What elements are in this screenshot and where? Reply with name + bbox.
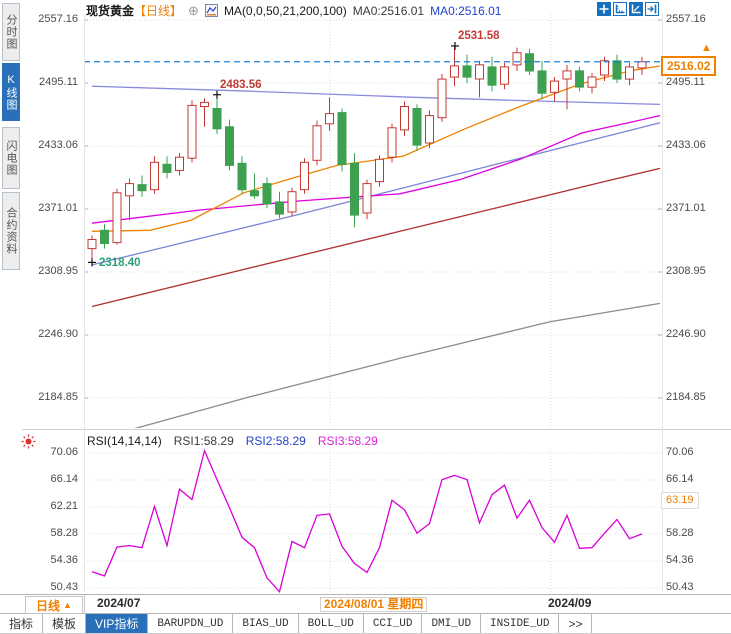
price-axis-label-left: 2184.85 bbox=[26, 391, 78, 404]
sidebar-tab-3[interactable]: 闪电图 bbox=[2, 127, 20, 189]
rsi-axis-label-right: 50.43 bbox=[666, 581, 694, 594]
rsi-axis-label-right: 70.06 bbox=[666, 446, 694, 459]
bottom-tab-BIAS_UD[interactable]: BIAS_UD bbox=[233, 614, 298, 633]
price-axis-label-left: 2246.90 bbox=[26, 328, 78, 341]
bottom-tab-指标[interactable]: 指标 bbox=[0, 614, 43, 633]
x-axis-date-label: 2024/08/01 星期四 bbox=[320, 597, 427, 612]
price-axis-label-right: 2246.90 bbox=[666, 328, 706, 341]
sidebar-tab-4[interactable]: 合约资料 bbox=[2, 192, 20, 270]
bottom-tab-BOLL_UD[interactable]: BOLL_UD bbox=[299, 614, 364, 633]
price-up-arrow-icon: ▲ bbox=[701, 42, 712, 54]
rsi-axis-label-right: 58.28 bbox=[666, 527, 694, 540]
rsi-axis-label-left: 50.43 bbox=[26, 581, 78, 594]
chart-header: 现货黄金 【日线】 ⊕ MA(0,0,50,21,200,100) MA0:25… bbox=[86, 3, 501, 18]
x-axis-date-label: 2024/07 bbox=[97, 597, 140, 610]
ma-orange bbox=[92, 66, 660, 231]
rsi-header: RSI(14,14,14) RSI1:58.29 RSI2:58.29 RSI3… bbox=[87, 434, 378, 448]
price-axis-label-left: 2557.16 bbox=[26, 13, 78, 26]
price-axis-label-left: 2371.01 bbox=[26, 202, 78, 215]
ma-params-label: MA(0,0,50,21,200,100) bbox=[224, 4, 347, 18]
price-axis-label-left: 2308.95 bbox=[26, 265, 78, 278]
period-label: 【日线】 bbox=[134, 2, 182, 19]
bottom-tab-CCI_UD[interactable]: CCI_UD bbox=[364, 614, 423, 633]
rsi-axis-label-left: 54.36 bbox=[26, 554, 78, 567]
rsi-axis-label-right: 54.36 bbox=[666, 554, 694, 567]
trading-app-window: 现货黄金 【日线】 ⊕ MA(0,0,50,21,200,100) MA0:25… bbox=[0, 0, 731, 634]
ma-lavender bbox=[92, 86, 660, 104]
candlestick-series bbox=[88, 46, 646, 262]
axis-range-icon[interactable] bbox=[613, 2, 627, 16]
price-axis-label-left: 2433.06 bbox=[26, 139, 78, 152]
chart-toolbar bbox=[597, 2, 659, 16]
sidebar-tab-1[interactable]: 分时图 bbox=[2, 3, 20, 61]
x-axis-date-label: 2024/09 bbox=[548, 597, 591, 610]
ma-darkred bbox=[92, 168, 660, 306]
chart-canvas[interactable] bbox=[0, 0, 731, 634]
ma0-value-2: MA0:2516.01 bbox=[430, 4, 501, 18]
price-axis-label-right: 2308.95 bbox=[666, 265, 706, 278]
rsi3-value: RSI3:58.29 bbox=[318, 434, 378, 448]
bottom-tab->>[interactable]: >> bbox=[559, 614, 592, 633]
ma-blue bbox=[92, 123, 660, 265]
ma0-value-1: MA0:2516.01 bbox=[353, 4, 424, 18]
rsi-axis-label-right: 66.14 bbox=[666, 473, 694, 486]
rsi-axis-label-left: 58.28 bbox=[26, 527, 78, 540]
bottom-tab-DMI_UD[interactable]: DMI_UD bbox=[422, 614, 481, 633]
price-axis-label-left: 2495.11 bbox=[26, 76, 78, 89]
price-annotation: 2318.40 bbox=[99, 257, 141, 270]
rsi-current-tag: 63.19 bbox=[661, 492, 699, 509]
rsi-axis-label-left: 62.21 bbox=[26, 500, 78, 513]
date-row-divider bbox=[84, 595, 85, 613]
axis-scale-icon[interactable] bbox=[629, 2, 643, 16]
bottom-tab-INSIDE_UD[interactable]: INSIDE_UD bbox=[481, 614, 559, 633]
price-annotation: 2531.58 bbox=[458, 30, 500, 43]
ma-gray bbox=[110, 303, 660, 435]
pan-crosshair-icon[interactable] bbox=[597, 2, 611, 16]
price-annotation: 2483.56 bbox=[220, 79, 262, 92]
plot-left-border bbox=[84, 14, 85, 592]
rsi-axis-label-left: 66.14 bbox=[26, 473, 78, 486]
collapse-panel-icon[interactable] bbox=[645, 2, 659, 16]
rsi2-value: RSI2:58.29 bbox=[246, 434, 306, 448]
bottom-tab-模板[interactable]: 模板 bbox=[43, 614, 86, 633]
period-selector-button[interactable]: 日线 ▲ bbox=[25, 596, 83, 614]
bottom-tab-VIP指标[interactable]: VIP指标 bbox=[86, 614, 148, 633]
price-axis-label-right: 2371.01 bbox=[666, 202, 706, 215]
rsi-params-label: RSI(14,14,14) bbox=[87, 434, 162, 448]
price-axis-label-right: 2495.11 bbox=[666, 76, 705, 89]
indicator-tabs-bar: 指标模板VIP指标BARUPDN_UDBIAS_UDBOLL_UDCCI_UDD… bbox=[0, 614, 731, 634]
bottom-tab-BARUPDN_UD[interactable]: BARUPDN_UD bbox=[148, 614, 233, 633]
pane-separator bbox=[22, 429, 731, 430]
price-axis-label-right: 2557.16 bbox=[666, 13, 706, 26]
rsi-line bbox=[92, 451, 642, 592]
price-axis-label-right: 2184.85 bbox=[666, 391, 706, 404]
ma-chart-icon[interactable] bbox=[205, 4, 218, 17]
period-button-label: 日线 bbox=[36, 597, 60, 614]
chevron-up-icon: ▲ bbox=[63, 600, 72, 610]
last-price-tag: 2516.02 bbox=[661, 56, 716, 76]
indicator-settings-sun-icon[interactable] bbox=[21, 434, 36, 454]
rsi1-value: RSI1:58.29 bbox=[174, 434, 234, 448]
expand-icon[interactable]: ⊕ bbox=[188, 3, 199, 19]
symbol-title: 现货黄金 bbox=[86, 2, 134, 19]
sidebar-tab-2[interactable]: K线图 bbox=[2, 63, 20, 121]
price-axis-label-right: 2433.06 bbox=[666, 139, 706, 152]
